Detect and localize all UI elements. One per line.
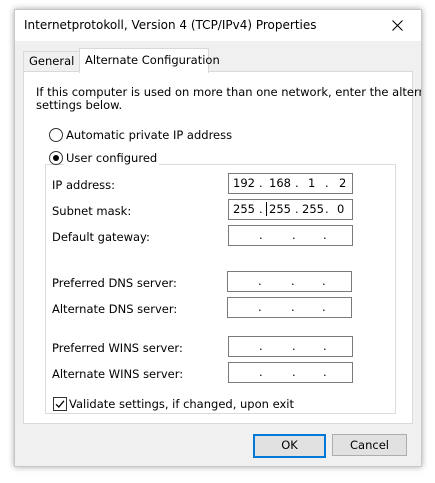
close-button[interactable] bbox=[375, 10, 421, 41]
ip-address-label: IP address: bbox=[52, 178, 116, 192]
preferred-wins-label: Preferred WINS server: bbox=[52, 341, 183, 355]
ip-octet-4: 2 bbox=[339, 176, 347, 190]
ip-dot-separator: . bbox=[292, 228, 296, 242]
ip-dot-separator: . bbox=[323, 365, 327, 379]
window-title: Internetprotokoll, Version 4 (TCP/IPv4) … bbox=[24, 18, 317, 32]
dialog-window: Internetprotokoll, Version 4 (TCP/IPv4) … bbox=[14, 9, 422, 467]
default-gateway-input[interactable]: . . . bbox=[228, 225, 353, 246]
alternate-configuration-panel: If this computer is used on more than on… bbox=[23, 71, 421, 424]
user-configured-label[interactable]: User configured bbox=[64, 151, 160, 165]
preferred-dns-input[interactable]: . . . bbox=[227, 271, 352, 292]
ip-dot-separator: . bbox=[259, 228, 263, 242]
ip-dot-separator: . bbox=[259, 339, 263, 353]
tab-alternate-configuration[interactable]: Alternate Configuration bbox=[79, 48, 220, 73]
ip-dot-separator: . bbox=[325, 202, 329, 216]
default-gateway-label: Default gateway: bbox=[52, 230, 150, 244]
user-configured-radio[interactable] bbox=[49, 151, 63, 165]
ip-dot-separator: . bbox=[295, 202, 299, 216]
checkmark-icon bbox=[55, 400, 65, 408]
ip-dot-separator: . bbox=[292, 339, 296, 353]
subnet-mask-label: Subnet mask: bbox=[52, 204, 132, 218]
alternate-dns-input[interactable]: . . . bbox=[227, 297, 352, 318]
subnet-octet-1: 255 bbox=[233, 202, 255, 216]
description-line-2: settings below. bbox=[36, 98, 123, 112]
ip-dot-separator: . bbox=[258, 300, 262, 314]
tab-general[interactable]: General bbox=[23, 51, 87, 72]
ip-dot-separator: . bbox=[322, 274, 326, 288]
ok-button[interactable]: OK bbox=[253, 434, 326, 458]
ip-dot-separator: . bbox=[292, 365, 296, 379]
alternate-wins-input[interactable]: . . . bbox=[228, 362, 353, 383]
preferred-dns-label: Preferred DNS server: bbox=[52, 276, 177, 290]
ip-dot-separator: . bbox=[323, 228, 327, 242]
subnet-octet-3: 255 bbox=[302, 202, 324, 216]
description-line-1: If this computer is used on more than on… bbox=[36, 85, 422, 99]
ip-octet-2: 168 bbox=[269, 176, 291, 190]
ip-dot-separator: . bbox=[259, 365, 263, 379]
ip-octet-3: 1 bbox=[308, 176, 316, 190]
ip-dot-separator: . bbox=[259, 176, 263, 190]
ip-dot-separator: . bbox=[291, 274, 295, 288]
ip-octet-1: 192 bbox=[233, 176, 255, 190]
ip-address-input[interactable]: 192 . 168 . 1 . 2 bbox=[228, 173, 353, 194]
preferred-wins-input[interactable]: . . . bbox=[228, 336, 353, 357]
automatic-private-ip-label[interactable]: Automatic private IP address bbox=[66, 128, 232, 142]
ip-dot-separator: . bbox=[325, 176, 329, 190]
subnet-octet-2: 255 bbox=[269, 202, 291, 216]
subnet-octet-4: 0 bbox=[337, 202, 345, 216]
subnet-mask-input[interactable]: 255 . 255 . 255 . 0 bbox=[228, 199, 353, 220]
automatic-private-ip-radio[interactable] bbox=[49, 128, 63, 142]
ip-dot-separator: . bbox=[295, 176, 299, 190]
validate-settings-checkbox[interactable] bbox=[53, 397, 67, 411]
alternate-dns-label: Alternate DNS server: bbox=[52, 302, 178, 316]
ip-dot-separator: . bbox=[291, 300, 295, 314]
ip-dot-separator: . bbox=[258, 274, 262, 288]
radio-selected-dot bbox=[53, 155, 59, 161]
ip-dot-separator: . bbox=[259, 202, 263, 216]
text-cursor bbox=[266, 202, 267, 216]
close-icon bbox=[392, 20, 403, 31]
ip-dot-separator: . bbox=[323, 339, 327, 353]
title-bar[interactable]: Internetprotokoll, Version 4 (TCP/IPv4) … bbox=[15, 10, 421, 41]
ip-dot-separator: . bbox=[322, 300, 326, 314]
cancel-button[interactable]: Cancel bbox=[332, 434, 407, 456]
validate-settings-label[interactable]: Validate settings, if changed, upon exit bbox=[69, 397, 294, 411]
alternate-wins-label: Alternate WINS server: bbox=[52, 367, 184, 381]
